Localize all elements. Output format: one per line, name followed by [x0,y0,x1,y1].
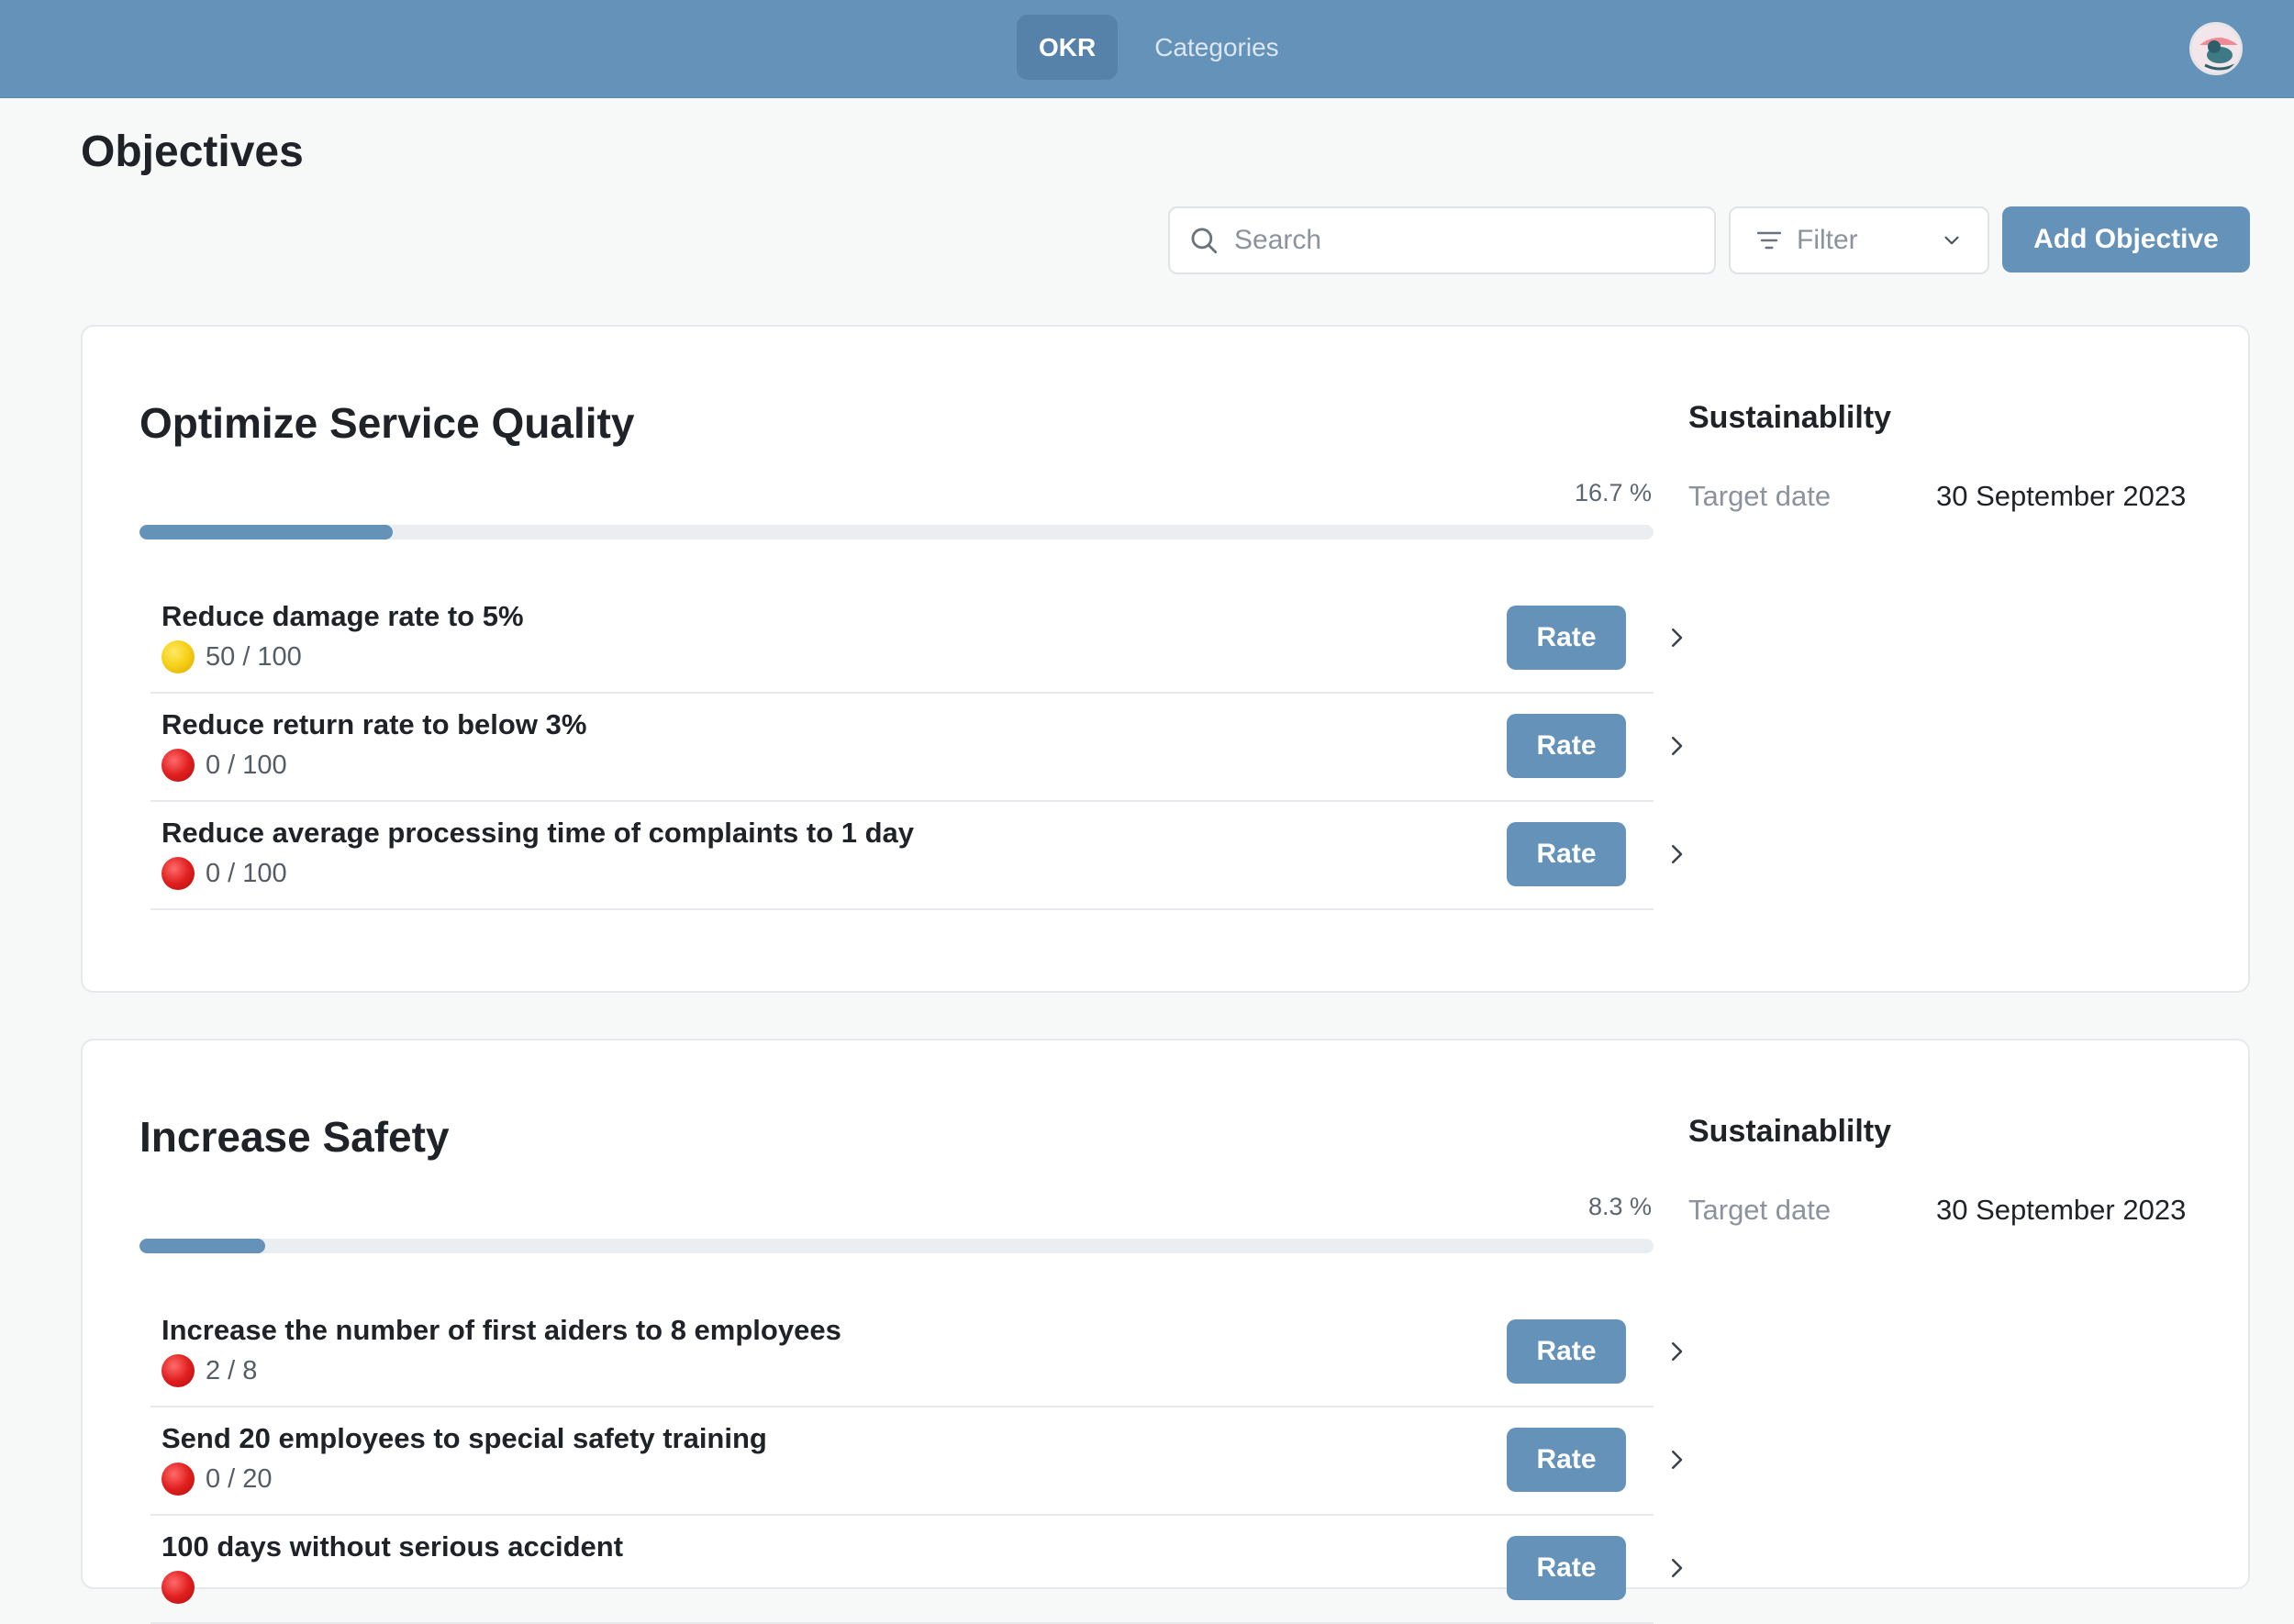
progress-percent: 8.3 % [1587,1193,1652,1220]
chevron-right-icon[interactable] [1663,732,1690,760]
key-result-title: 100 days without serious accident [161,1530,624,1563]
key-results-list: Reduce damage rate to 5% 50 / 100 Rate R… [150,585,1683,910]
objective-title[interactable]: Optimize Service Quality [139,398,634,448]
key-results-list: Increase the number of first aiders to 8… [150,1299,1683,1624]
key-result-score: 2 / 8 [161,1354,257,1387]
objective-details: Sustainablilty Target date 30 September … [1688,1114,2186,1227]
key-result-title: Reduce average processing time of compla… [161,817,915,849]
chevron-right-icon[interactable] [1663,624,1690,651]
score-text: 0 / 20 [206,1463,273,1494]
progress-bar [139,525,1654,539]
tab-categories[interactable]: Categories [1132,15,1300,80]
key-result-title: Reduce return rate to below 3% [161,708,587,740]
rate-button[interactable]: Rate [1507,714,1626,778]
status-dot-icon [161,1571,195,1604]
status-dot-icon [161,1354,195,1387]
main-nav: OKR Categories [1017,15,1301,80]
top-nav-bar: OKR Categories [0,0,2294,98]
add-objective-button[interactable]: Add Objective [2002,206,2250,273]
rate-button[interactable]: Rate [1507,822,1626,886]
search-box[interactable] [1168,206,1716,274]
rate-button[interactable]: Rate [1507,1319,1626,1384]
key-result-title: Send 20 employees to special safety trai… [161,1422,767,1454]
progress-bar [139,1239,1654,1253]
objective-category: Sustainablilty [1688,400,1892,435]
progress-fill [139,525,393,539]
score-text: 0 / 100 [206,750,287,780]
target-date-value: 30 September 2023 [1936,1194,2187,1226]
key-result-row[interactable]: Increase the number of first aiders to 8… [150,1299,1683,1407]
target-date-value: 30 September 2023 [1936,480,2187,512]
status-dot-icon [161,857,195,890]
status-dot-icon [161,640,195,673]
score-text: 2 / 8 [206,1355,258,1385]
tab-okr[interactable]: OKR [1017,15,1119,80]
key-result-score: 0 / 100 [161,749,287,782]
rate-button[interactable]: Rate [1507,606,1626,670]
chevron-right-icon[interactable] [1663,840,1690,868]
chevron-right-icon[interactable] [1663,1446,1690,1474]
progress-percent: 16.7 % [1574,479,1652,506]
search-input[interactable] [1234,225,1675,256]
target-date-row: Target date 30 September 2023 [1688,1194,2186,1227]
page-title: Objectives [81,128,304,176]
key-result-title: Reduce damage rate to 5% [161,600,524,632]
key-result-score: 0 / 100 [161,857,287,890]
target-date-label: Target date [1688,480,1832,512]
objective-category: Sustainablilty [1688,1114,1892,1149]
objective-card: Optimize Service Quality 16.7 % Reduce d… [81,325,2250,993]
filter-label: Filter [1797,225,1858,255]
key-result-score [161,1571,206,1604]
score-text: 0 / 100 [206,858,287,888]
key-result-row[interactable]: Send 20 employees to special safety trai… [150,1407,1683,1516]
progress-fill [139,1239,265,1253]
key-result-score: 0 / 20 [161,1463,273,1496]
chevron-right-icon[interactable] [1663,1554,1690,1582]
objective-card: Increase Safety 8.3 % Increase the numbe… [81,1039,2250,1624]
objective-title[interactable]: Increase Safety [139,1112,450,1162]
rate-button[interactable]: Rate [1507,1536,1626,1600]
objective-details: Sustainablilty Target date 30 September … [1688,400,2186,513]
score-text: 50 / 100 [206,641,302,672]
target-date-row: Target date 30 September 2023 [1688,480,2186,513]
status-dot-icon [161,1463,195,1496]
key-result-score: 50 / 100 [161,640,302,673]
key-result-row[interactable]: Reduce average processing time of compla… [150,802,1683,910]
key-result-row[interactable]: 100 days without serious accident Rate [150,1516,1683,1624]
chevron-down-icon [1944,236,1959,245]
objectives-toolbar: Filter Add Objective [1168,206,2250,274]
target-date-label: Target date [1688,1194,1832,1226]
search-icon [1191,228,1218,254]
filter-dropdown[interactable]: Filter [1729,206,1989,274]
key-result-title: Increase the number of first aiders to 8… [161,1314,841,1346]
rate-button[interactable]: Rate [1507,1428,1626,1492]
key-result-row[interactable]: Reduce damage rate to 5% 50 / 100 Rate [150,585,1683,694]
status-dot-icon [161,749,195,782]
filter-icon [1756,231,1782,250]
key-result-row[interactable]: Reduce return rate to below 3% 0 / 100 R… [150,694,1683,802]
user-avatar-icon[interactable] [2189,22,2243,75]
avatar-image [2192,25,2240,72]
chevron-right-icon[interactable] [1663,1338,1690,1365]
